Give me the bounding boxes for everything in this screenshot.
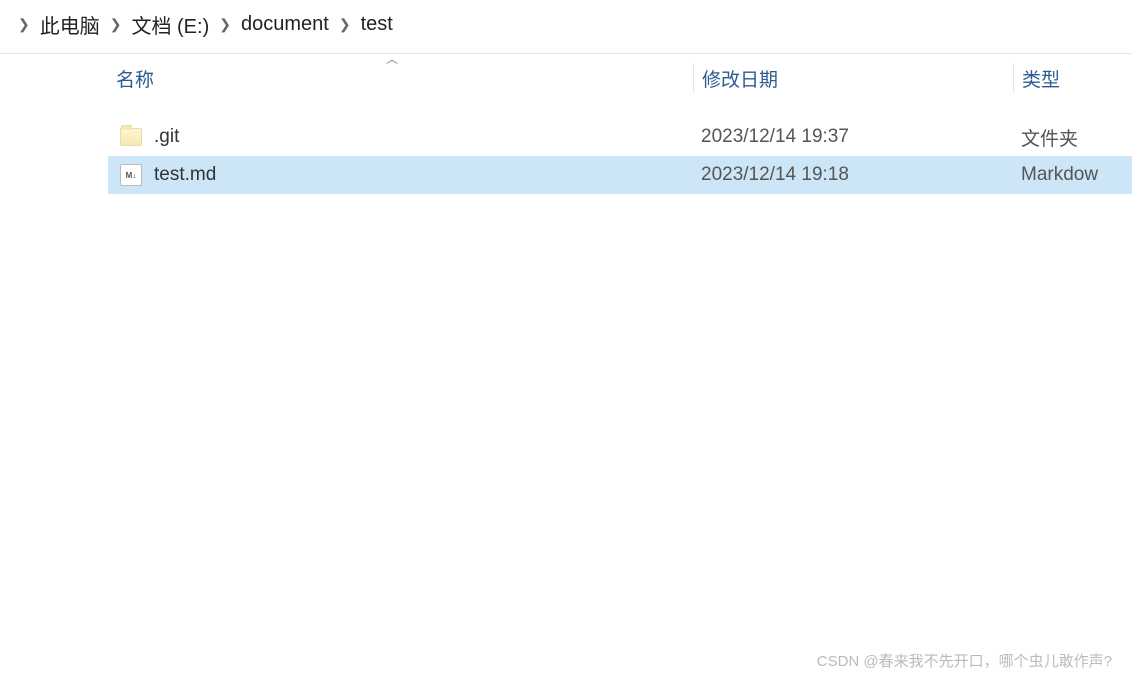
- breadcrumb-item-0[interactable]: 此电脑: [40, 10, 100, 39]
- file-row[interactable]: M↓ test.md2023/12/14 19:18Markdow: [108, 156, 1132, 194]
- file-date: 2023/12/14 19:18: [693, 164, 1013, 186]
- breadcrumb-item-1[interactable]: 文档 (E:): [131, 10, 209, 39]
- chevron-right-icon[interactable]: ❯: [219, 16, 231, 33]
- breadcrumb-item-3[interactable]: test: [361, 13, 393, 36]
- file-date: 2023/12/14 19:37: [693, 126, 1013, 148]
- chevron-right-icon[interactable]: ❯: [110, 16, 122, 33]
- column-header-name[interactable]: 名称: [108, 65, 693, 92]
- breadcrumb: ❯ 此电脑 ❯ 文档 (E:) ❯ document ❯ test: [0, 0, 1132, 54]
- chevron-right-icon[interactable]: ❯: [339, 16, 351, 33]
- file-name: test.md: [154, 164, 693, 186]
- chevron-right-icon[interactable]: ❯: [18, 16, 30, 33]
- file-area: ︿ 名称 修改日期 类型 .git2023/12/14 19:37文件夹 M↓ te…: [108, 54, 1132, 685]
- folder-icon: [120, 128, 142, 146]
- file-type: Markdow: [1013, 164, 1132, 186]
- left-gutter: [0, 54, 108, 685]
- sort-indicator-icon[interactable]: ︿: [386, 50, 398, 67]
- markdown-file-icon: M↓: [120, 164, 142, 186]
- file-row[interactable]: .git2023/12/14 19:37文件夹: [108, 118, 1132, 156]
- file-name: .git: [154, 126, 693, 148]
- file-type: 文件夹: [1013, 124, 1132, 151]
- breadcrumb-item-2[interactable]: document: [241, 13, 329, 36]
- column-header-type[interactable]: 类型: [1013, 63, 1132, 93]
- columns-header: ︿ 名称 修改日期 类型: [108, 54, 1132, 102]
- file-list: .git2023/12/14 19:37文件夹 M↓ test.md2023/12/…: [108, 118, 1132, 194]
- column-header-date[interactable]: 修改日期: [693, 63, 1013, 93]
